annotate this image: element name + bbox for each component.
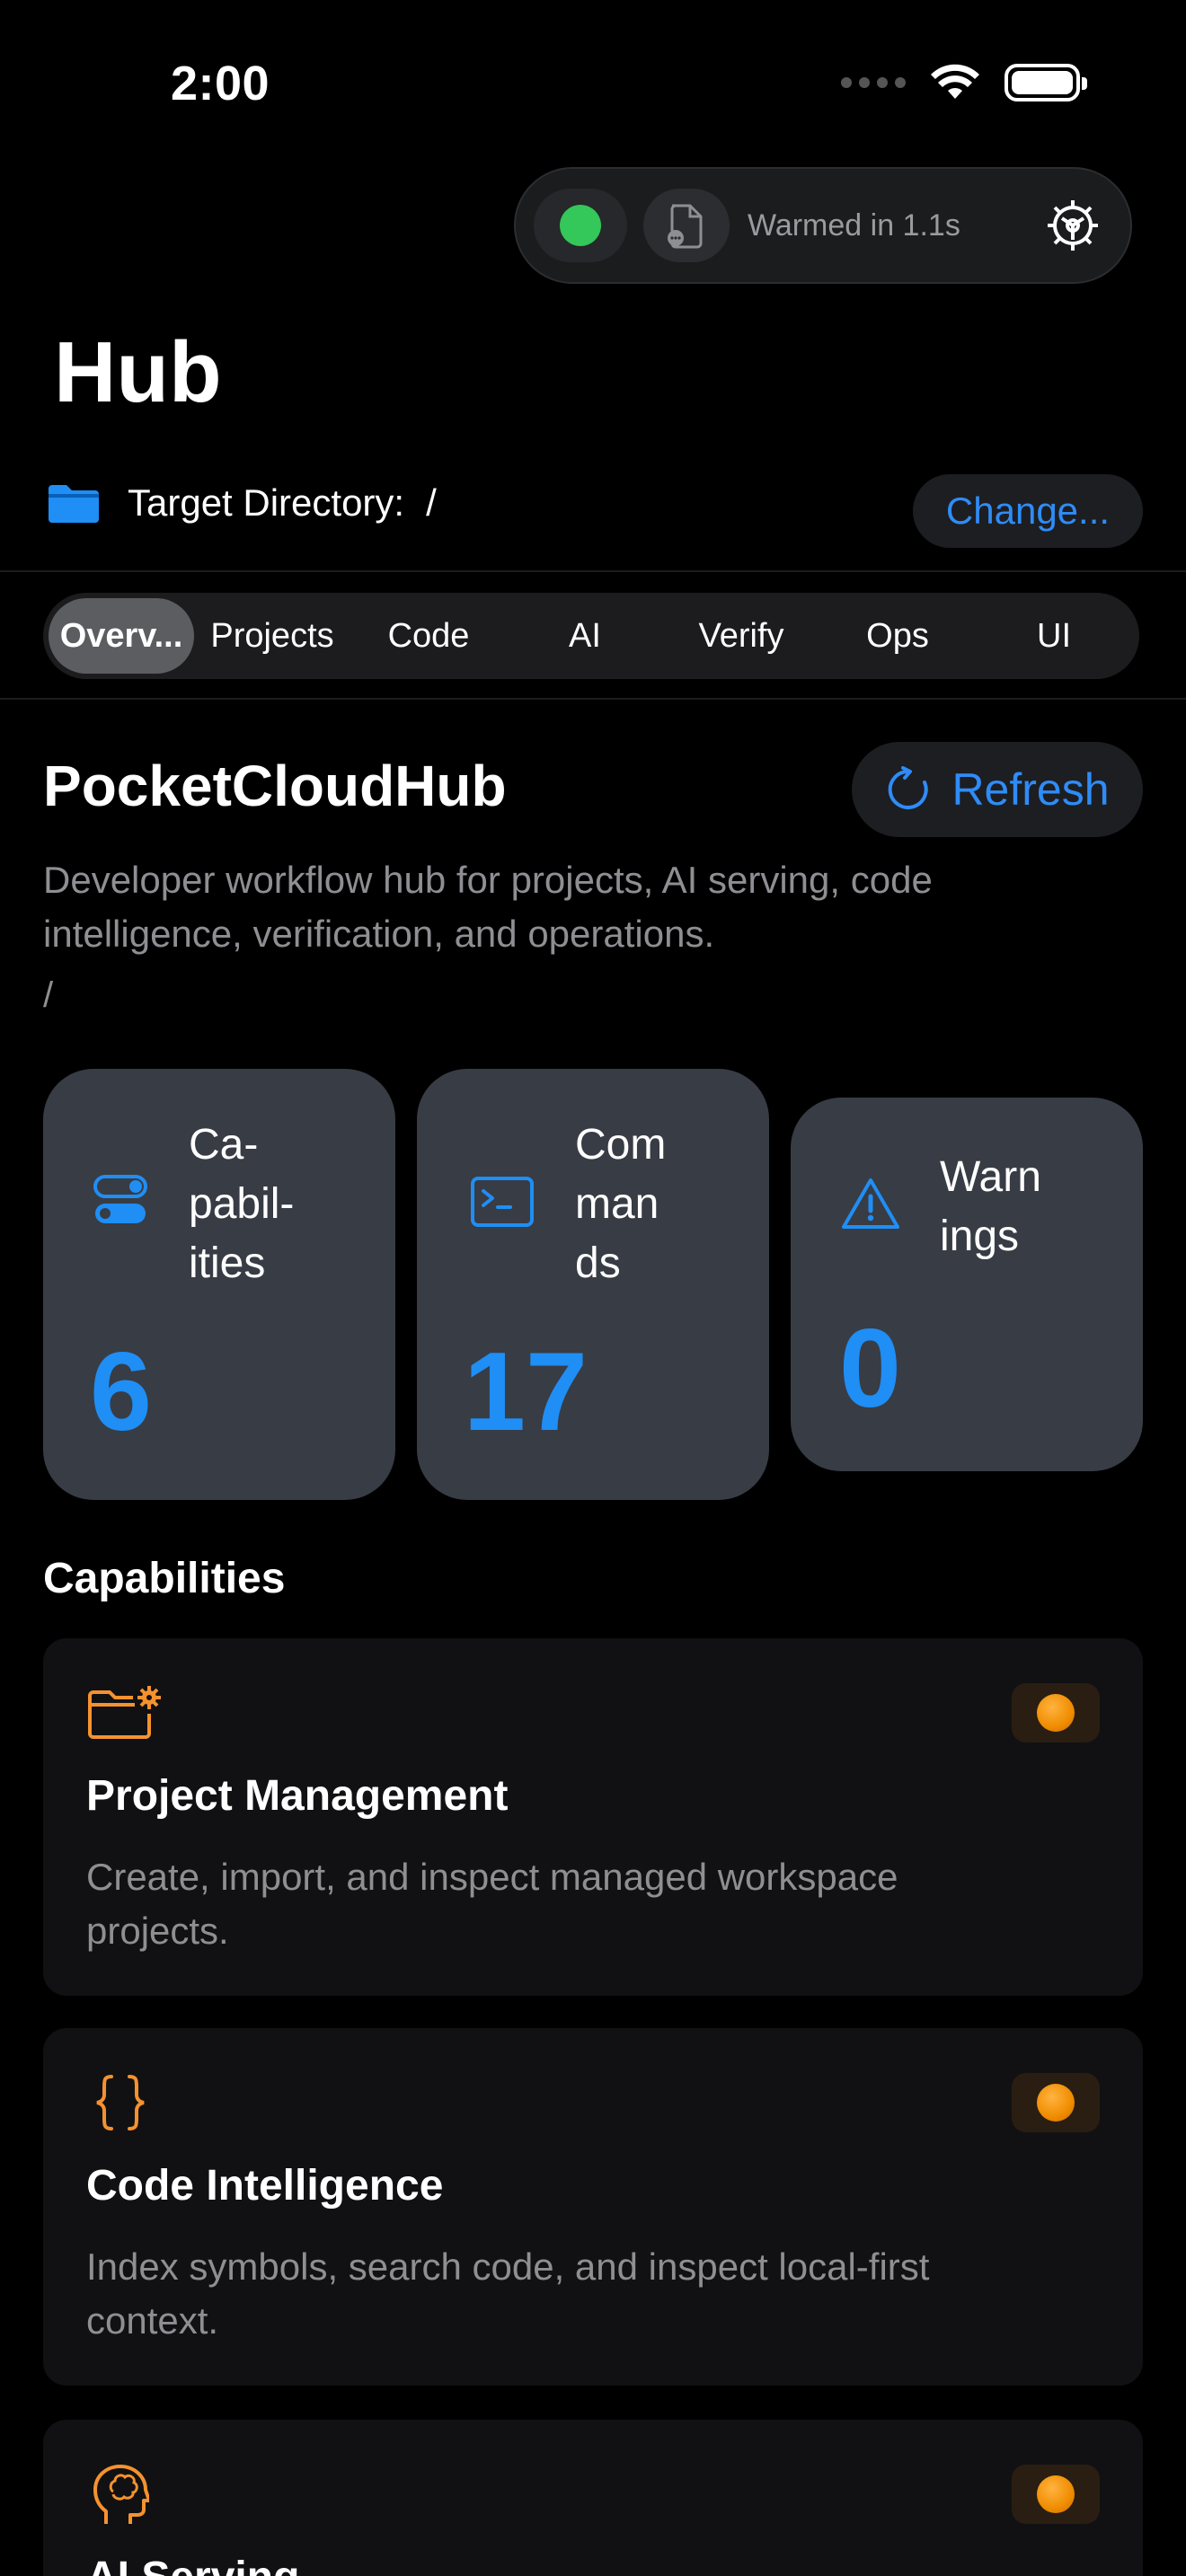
stat-label: Com man ds <box>575 1121 667 1287</box>
target-directory-value: / <box>426 481 437 524</box>
tab-ops[interactable]: Ops <box>819 598 976 674</box>
stat-label: Warn ings <box>940 1153 1041 1260</box>
stat-label: Ca- pabil- ities <box>189 1121 295 1287</box>
refresh-button[interactable]: Refresh <box>852 742 1143 837</box>
gear-icon <box>1048 200 1098 251</box>
hub-path: / <box>43 975 54 1015</box>
capability-card[interactable]: AI Serving <box>43 2420 1143 2576</box>
status-icons <box>841 63 1087 102</box>
folder-icon <box>49 485 99 523</box>
toggle-icon <box>93 1175 147 1223</box>
tab-ui[interactable]: UI <box>976 598 1132 674</box>
tab-ai[interactable]: AI <box>507 598 663 674</box>
stat-card-commands: Com man ds 17 <box>417 1069 769 1500</box>
tab-projects[interactable]: Projects <box>194 598 350 674</box>
refresh-icon <box>889 766 929 809</box>
change-directory-button[interactable]: Change... <box>913 474 1143 548</box>
tab-overview[interactable]: Overv... <box>49 598 194 674</box>
terminal-icon <box>471 1177 534 1227</box>
folder-gear-icon <box>88 1686 161 1739</box>
status-dot-icon <box>1037 2084 1075 2122</box>
stat-value: 0 <box>839 1307 901 1431</box>
capability-title: Code Intelligence <box>86 2162 444 2210</box>
capability-description: Index symbols, search code, and inspect … <box>86 2245 930 2342</box>
status-dot-icon <box>1037 2475 1075 2513</box>
settings-button[interactable] <box>1033 186 1112 265</box>
server-status-indicator[interactable] <box>534 189 627 262</box>
status-time: 2:00 <box>171 57 270 110</box>
capability-card[interactable]: Code Intelligence Index symbols, search … <box>43 2028 1143 2386</box>
warning-icon <box>842 1178 899 1229</box>
warm-status-text: Warmed in 1.1s <box>748 207 960 243</box>
status-dot-icon <box>1037 1694 1075 1732</box>
battery-icon <box>1005 64 1087 101</box>
capability-card[interactable]: Project Management Create, import, and i… <box>43 1638 1143 1996</box>
page-title: Hub <box>54 324 222 420</box>
capability-title: AI Serving <box>86 2553 299 2576</box>
cellular-signal-icon <box>841 77 906 88</box>
document-status-button[interactable] <box>643 189 730 262</box>
document-icon <box>668 204 703 249</box>
capabilities-heading: Capabilities <box>43 1555 286 1602</box>
stat-card-warnings: Warn ings 0 <box>791 1098 1143 1471</box>
target-directory-label: Target Directory: <box>128 481 405 524</box>
capability-description: Create, import, and inspect managed work… <box>86 1856 898 1952</box>
wifi-icon <box>931 64 979 99</box>
stat-value: 6 <box>90 1330 152 1454</box>
status-badge <box>1012 1683 1100 1742</box>
refresh-label: Refresh <box>951 764 1110 815</box>
status-dot-icon <box>560 205 601 246</box>
capability-title: Project Management <box>86 1772 509 1820</box>
stat-card-capabilities: Ca- pabil- ities 6 <box>43 1069 395 1500</box>
toolbar-pill: Warmed in 1.1s <box>514 167 1132 284</box>
tab-bar: Overv... Projects Code AI Verify Ops UI <box>43 593 1139 679</box>
stat-value: 17 <box>464 1330 588 1454</box>
brain-head-icon <box>93 2465 149 2524</box>
divider <box>0 570 1186 572</box>
target-directory-row: Target Directory: / <box>47 481 437 525</box>
tab-verify[interactable]: Verify <box>663 598 819 674</box>
braces-icon <box>96 2075 145 2130</box>
hub-description: Developer workflow hub for projects, AI … <box>43 859 933 955</box>
status-badge <box>1012 2465 1100 2524</box>
divider <box>0 698 1186 700</box>
tab-code[interactable]: Code <box>350 598 507 674</box>
app-name-heading: PocketCloudHub <box>43 754 507 818</box>
status-badge <box>1012 2073 1100 2132</box>
